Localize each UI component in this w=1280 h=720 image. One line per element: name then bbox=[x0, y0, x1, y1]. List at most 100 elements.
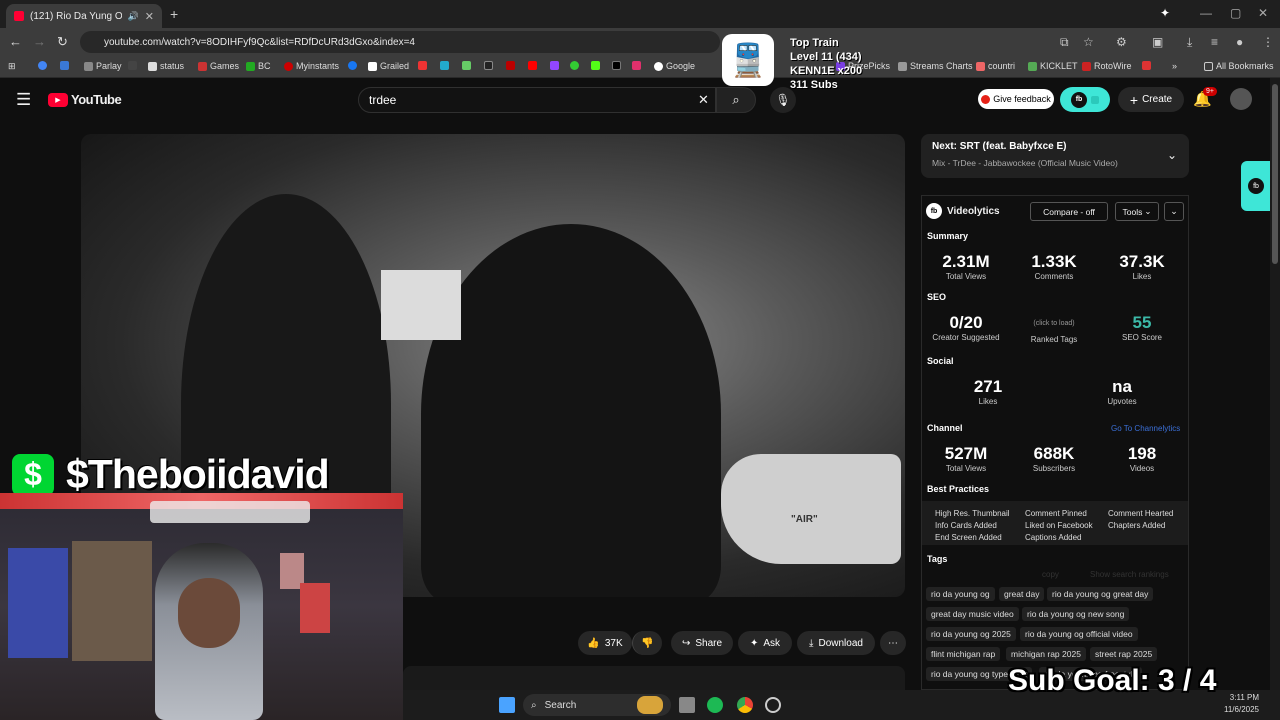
maximize-icon[interactable]: ▢ bbox=[1230, 6, 1241, 20]
bookmark-item[interactable] bbox=[570, 61, 579, 70]
sidepanel-icon[interactable]: ▣ bbox=[1152, 35, 1163, 49]
app-icon[interactable] bbox=[765, 697, 781, 713]
tag-chip[interactable]: rio da young og new song bbox=[1022, 607, 1130, 621]
minimize-icon[interactable]: — bbox=[1200, 6, 1212, 20]
show-search-rankings-button[interactable]: Show search rankings bbox=[1090, 570, 1169, 579]
tag-chip[interactable]: michigan rap 2025 bbox=[1006, 647, 1086, 661]
youtube-bookmark-icon[interactable] bbox=[528, 61, 537, 70]
chrome-icon[interactable] bbox=[737, 697, 753, 713]
widget-icon[interactable] bbox=[637, 696, 663, 714]
facebook-icon[interactable] bbox=[348, 61, 357, 70]
youtube-logo[interactable]: ▶ YouTube bbox=[48, 92, 122, 107]
bookmark-item[interactable] bbox=[484, 61, 493, 70]
new-tab-button[interactable]: + bbox=[170, 6, 178, 22]
bookmark-countri[interactable]: countri bbox=[976, 61, 1015, 71]
more-actions-button[interactable]: ⋯ bbox=[880, 631, 906, 655]
dislike-button[interactable]: 👎 bbox=[632, 631, 662, 655]
tag-chip[interactable]: rio da young og 2025 bbox=[926, 627, 1016, 641]
create-button[interactable]: + Create bbox=[1118, 87, 1184, 112]
apps-icon[interactable]: ⊞ bbox=[8, 61, 16, 72]
extension-side-button[interactable]: fb bbox=[1241, 161, 1271, 211]
summary-views: 2.31M Total Views bbox=[942, 252, 990, 281]
clear-search-icon[interactable]: ✕ bbox=[698, 92, 709, 108]
spotify-icon[interactable] bbox=[707, 697, 723, 713]
mic-icon: 🎙 bbox=[775, 93, 791, 107]
extensions-icon[interactable]: ⚙ bbox=[1116, 35, 1127, 49]
channel-subscribers: 688K Subscribers bbox=[1032, 444, 1076, 473]
bookmark-rotowire[interactable]: RotoWire bbox=[1082, 61, 1132, 71]
profile-avatar-icon[interactable]: ● bbox=[1236, 35, 1243, 49]
more-icon[interactable]: ⋮ bbox=[1262, 35, 1274, 49]
tag-chip[interactable]: rio da young og bbox=[926, 587, 995, 601]
bookmark-kicklet[interactable]: KICKLET bbox=[1028, 61, 1078, 71]
bookmark-myinstants[interactable]: Myinstants bbox=[284, 61, 339, 71]
best-practices-label: Best Practices bbox=[927, 484, 990, 494]
page-scrollbar[interactable] bbox=[1270, 78, 1280, 690]
seo-label: SEO bbox=[927, 292, 947, 302]
forward-icon[interactable]: → bbox=[33, 34, 46, 49]
bookmark-parlay[interactable]: Parlay bbox=[84, 61, 122, 71]
bookmark-item[interactable] bbox=[128, 61, 137, 70]
bookmark-item[interactable] bbox=[462, 61, 471, 70]
hamburger-menu-icon[interactable]: ☰ bbox=[16, 90, 31, 110]
search-button[interactable]: ⌕ bbox=[716, 87, 756, 113]
bookmark-grailed[interactable]: Grailed bbox=[368, 61, 409, 71]
chevron-down-icon[interactable]: ⌄ bbox=[1167, 148, 1177, 162]
bookmark-games[interactable]: Games bbox=[198, 61, 239, 71]
share-button[interactable]: ↪ Share bbox=[671, 631, 733, 655]
videolytics-toggle-button[interactable]: fb bbox=[1060, 87, 1110, 112]
download-button[interactable]: ⤓ Download bbox=[797, 631, 875, 655]
more-bookmarks-icon[interactable]: » bbox=[1172, 61, 1177, 71]
instagram-icon[interactable] bbox=[632, 61, 641, 70]
windows-start-icon[interactable] bbox=[499, 697, 515, 713]
bookmark-item[interactable] bbox=[418, 61, 427, 70]
compare-toggle[interactable]: Compare - off bbox=[1030, 202, 1108, 221]
audio-icon[interactable]: 🔊 bbox=[128, 11, 139, 22]
kick-icon[interactable] bbox=[591, 61, 600, 70]
like-button[interactable]: 👍 37K bbox=[578, 631, 632, 655]
tag-chip[interactable]: flint michigan rap bbox=[926, 647, 1001, 661]
tools-dropdown[interactable]: Tools ⌄ bbox=[1115, 202, 1159, 221]
bookmark-status[interactable]: status bbox=[148, 61, 184, 71]
give-feedback-button[interactable]: Give feedback bbox=[978, 89, 1054, 109]
copy-tags-button[interactable]: copy bbox=[1042, 570, 1059, 579]
next-video-card[interactable]: Next: SRT (feat. Babyfxce E) Mix - TrDee… bbox=[921, 134, 1189, 178]
back-icon[interactable]: ← bbox=[9, 34, 22, 49]
ask-button[interactable]: ✦ Ask bbox=[738, 631, 792, 655]
gemini-sparkle-icon[interactable]: ✦ bbox=[1160, 6, 1170, 20]
bookmark-item[interactable] bbox=[60, 61, 69, 70]
search-input[interactable]: trdee bbox=[358, 87, 716, 113]
video-person-center bbox=[421, 224, 721, 597]
reload-icon[interactable]: ↻ bbox=[57, 34, 68, 50]
x-icon[interactable] bbox=[612, 61, 621, 70]
bookmark-streams-charts[interactable]: Streams Charts bbox=[898, 61, 973, 71]
description-box[interactable] bbox=[403, 666, 905, 690]
bookmark-star-icon[interactable]: ☆ bbox=[1083, 35, 1094, 49]
bookmark-item[interactable] bbox=[506, 61, 515, 70]
all-bookmarks[interactable]: All Bookmarks bbox=[1204, 61, 1274, 71]
tag-chip[interactable]: great day music video bbox=[926, 607, 1019, 621]
close-window-icon[interactable]: ✕ bbox=[1258, 6, 1268, 20]
address-bar[interactable]: youtube.com/watch?v=8ODIHFyf9Qc&list=RDf… bbox=[80, 31, 720, 53]
browser-tab[interactable]: (121) Rio Da Yung Og - Gr 🔊 ✕ bbox=[6, 4, 162, 28]
bookmark-item[interactable] bbox=[440, 61, 449, 70]
bookmark-google[interactable]: Google bbox=[654, 61, 695, 71]
task-view-icon[interactable] bbox=[679, 697, 695, 713]
collapse-chevron-icon[interactable]: ⌄ bbox=[1164, 202, 1184, 221]
bookmark-item[interactable] bbox=[1142, 61, 1151, 70]
download-icon[interactable]: ⤓ bbox=[1187, 35, 1192, 50]
menu-list-icon[interactable]: ≡ bbox=[1211, 35, 1218, 49]
seo-ranked-tags[interactable]: (click to load) Ranked Tags bbox=[1014, 320, 1094, 344]
bookmark-bc[interactable]: BC bbox=[246, 61, 271, 71]
tag-chip[interactable]: great day bbox=[999, 587, 1045, 601]
twitch-icon[interactable] bbox=[550, 61, 559, 70]
cast-icon[interactable]: ⧉ bbox=[1060, 35, 1069, 50]
account-avatar[interactable] bbox=[1230, 88, 1252, 110]
summary-likes: 37.3K Likes bbox=[1119, 252, 1165, 281]
close-tab-icon[interactable]: ✕ bbox=[145, 10, 154, 23]
channelytics-link[interactable]: Go To Channelytics bbox=[1111, 424, 1180, 433]
tag-chip[interactable]: rio da young og great day bbox=[1047, 587, 1154, 601]
tag-chip[interactable]: street rap 2025 bbox=[1090, 647, 1158, 661]
bookmark-item[interactable] bbox=[38, 61, 47, 70]
tag-chip[interactable]: rio da young og official video bbox=[1020, 627, 1138, 641]
